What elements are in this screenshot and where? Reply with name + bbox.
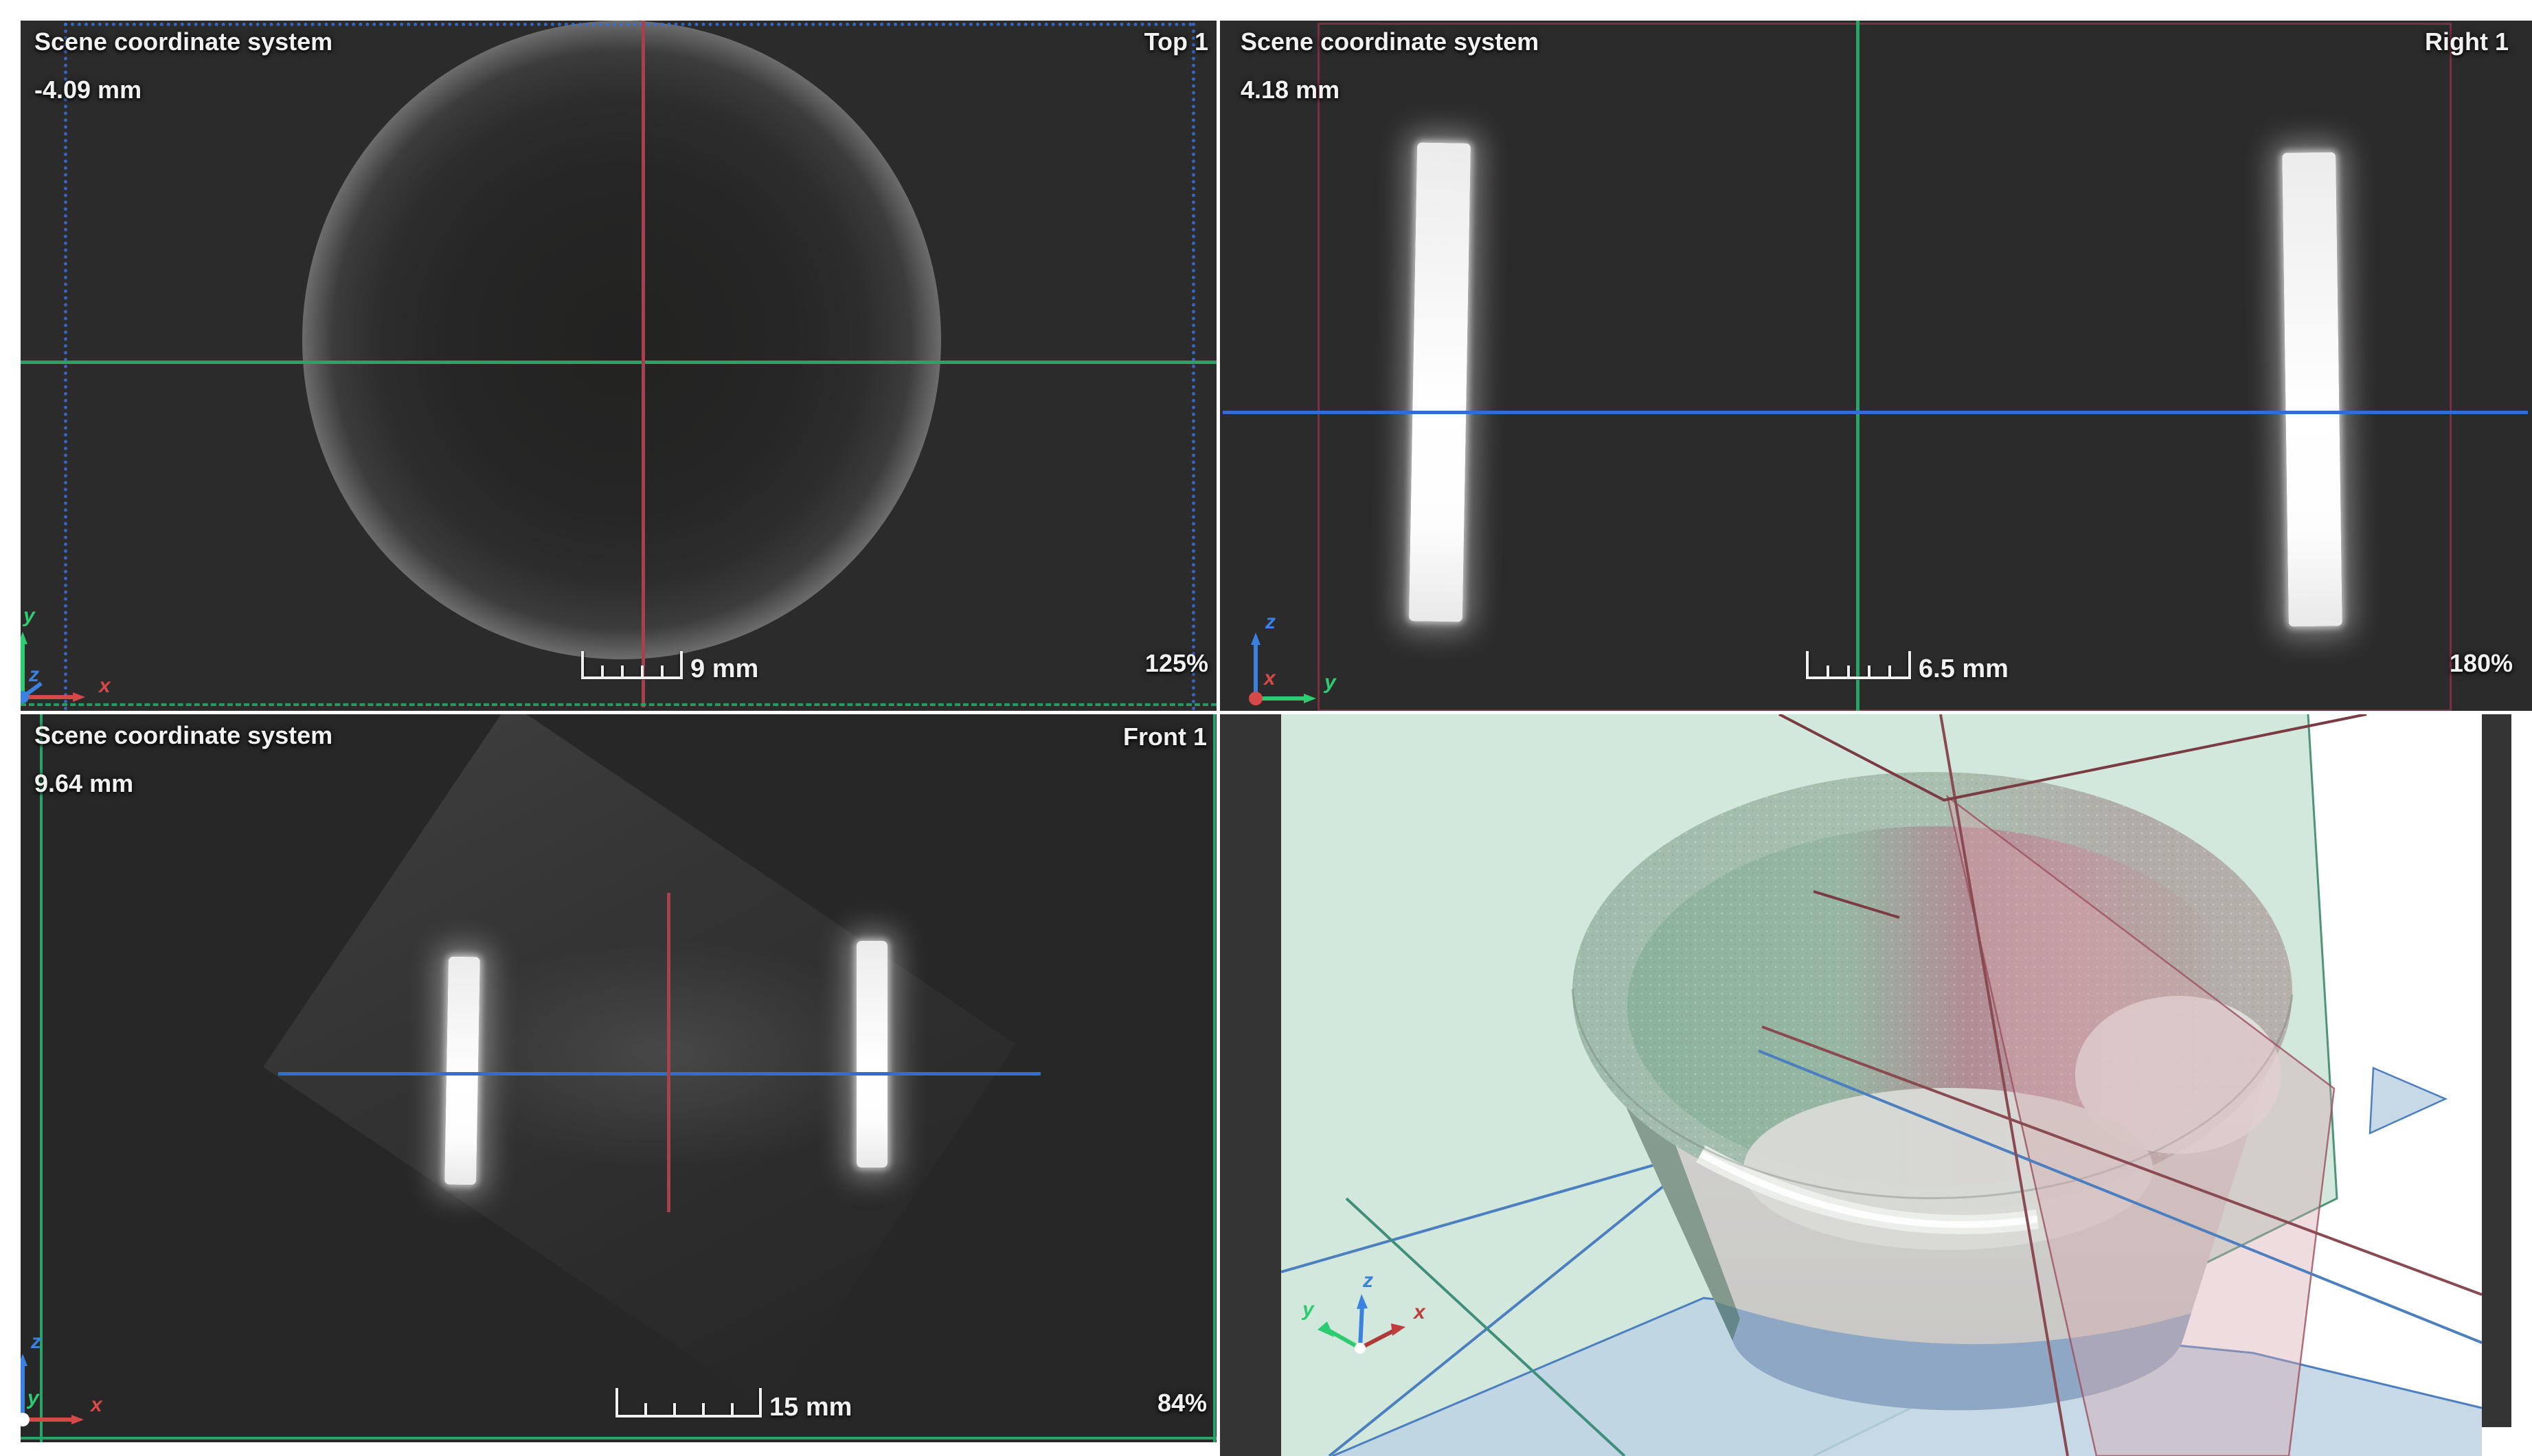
scale-label: 15 mm <box>769 1393 852 1422</box>
panel-strip-right <box>2482 714 2511 1427</box>
y-axis-label: y <box>1301 1298 1315 1321</box>
z-axis-label: z <box>30 1330 41 1353</box>
density-bar-left <box>444 956 480 1185</box>
volume-bounds-right-edge <box>1213 714 1216 1442</box>
density-bar-right <box>2282 152 2342 627</box>
scale-ruler-icon <box>581 651 683 679</box>
top-plane-line[interactable] <box>278 1072 1041 1076</box>
slice-position-label: 9.64 mm <box>34 769 134 797</box>
zoom-level-label: 84% <box>1157 1389 1207 1417</box>
ct-slice-annulus <box>302 21 941 659</box>
ct-inspection-window: Scene coordinate system -4.09 mm Top 1 1… <box>0 0 2532 1456</box>
coordinate-system-label: Scene coordinate system <box>1241 27 1539 56</box>
zoom-level-label: 180% <box>2449 649 2513 677</box>
scale-bar: 6.5 mm <box>1805 647 2009 683</box>
origin-dot <box>21 1413 30 1426</box>
axis-gizmo: y x z <box>21 604 111 703</box>
scale-label: 9 mm <box>690 655 759 683</box>
density-bar-right <box>857 941 888 1168</box>
y-axis-label: y <box>1323 671 1337 694</box>
coordinate-system-label: Scene coordinate system <box>34 27 333 56</box>
axis-gizmo: z y x <box>1249 611 1337 705</box>
z-axis-label: z <box>1362 1269 1373 1292</box>
x-axis-label: x <box>1263 667 1276 690</box>
coordinate-system-label: Scene coordinate system <box>34 721 333 749</box>
density-bar-left <box>1408 142 1471 622</box>
viewport-front-slice[interactable]: Scene coordinate system 9.64 mm Front 1 … <box>21 714 1217 1442</box>
viewport-top-slice[interactable]: Scene coordinate system -4.09 mm Top 1 1… <box>21 21 1217 711</box>
viewport-3d-scene[interactable]: y z x <box>1220 714 2532 1456</box>
x-axis-label: x <box>98 674 111 697</box>
view-name-label: Top 1 <box>1144 27 1208 56</box>
panel-strip-left <box>1220 714 1281 1456</box>
volume-bounds-bottom-edge <box>21 1437 1217 1440</box>
scale-ruler-icon <box>615 1388 762 1418</box>
ct-slab-glow <box>433 941 900 1168</box>
top-plane-line[interactable] <box>1223 411 2528 414</box>
volume-bounds-top-edge <box>64 23 1193 26</box>
slice-position-label: 4.18 mm <box>1241 76 1340 104</box>
view-name-label: Right 1 <box>2425 27 2509 56</box>
y-axis-label: y <box>26 1387 40 1409</box>
front-plane-line[interactable] <box>21 361 1217 364</box>
right-plane-line[interactable] <box>642 21 645 707</box>
front-plane-line[interactable] <box>1856 21 1860 711</box>
scale-label: 6.5 mm <box>1919 655 2009 683</box>
scale-ruler-icon <box>1806 651 1911 679</box>
axis-gizmo: y z x <box>21 1330 103 1426</box>
viewport-right-slice[interactable]: Scene coordinate system 4.18 mm Right 1 … <box>1220 21 2532 711</box>
slice-position-label: -4.09 mm <box>34 76 142 104</box>
scale-bar: 15 mm <box>615 1384 852 1422</box>
zoom-level-label: 125% <box>1144 649 1208 677</box>
x-axis-label: x <box>89 1394 103 1416</box>
z-axis-label: z <box>28 663 39 686</box>
volume-bounds-right-edge <box>1192 23 1195 711</box>
z-axis-label: z <box>1265 611 1276 633</box>
scale-bar: 9 mm <box>580 647 758 683</box>
right-plane-line[interactable] <box>667 893 670 1212</box>
x-axis-arrow <box>1249 692 1263 705</box>
x-axis-label: x <box>1412 1301 1426 1323</box>
y-axis-label: y <box>22 604 36 627</box>
front-view-frame-line <box>21 703 1217 706</box>
view-name-label: Front 1 <box>1123 723 1207 751</box>
volume-bounds-box <box>1318 23 2452 711</box>
3d-scene: y z x <box>1220 714 2532 1456</box>
